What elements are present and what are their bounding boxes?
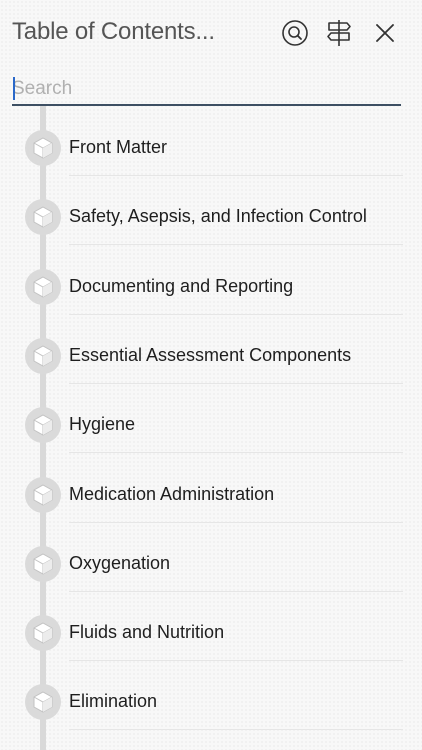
text-caret (13, 77, 15, 100)
toc-item[interactable]: Front Matter (0, 106, 422, 176)
book-cube-icon (25, 130, 61, 166)
book-cube-icon (25, 337, 61, 374)
toc-item-label: Hygiene (69, 414, 136, 435)
book-cube-icon (25, 615, 61, 652)
close-icon (374, 22, 396, 44)
toc-item-label: Essential Assessment Components (69, 344, 352, 365)
book-cube-icon (25, 407, 61, 444)
signpost-icon (325, 18, 353, 48)
toc-item[interactable]: Documenting and Reporting (0, 245, 422, 315)
toc-item-label: Fluids and Nutrition (69, 622, 225, 643)
toc-item[interactable]: Essential Assessment Components (0, 314, 422, 384)
toc-item-label: Oxygenation (69, 552, 171, 573)
book-cube-icon (25, 476, 61, 513)
toc-item-label: Medication Administration (69, 483, 275, 504)
book-cube-icon (25, 545, 61, 582)
toc-item-label: Documenting and Reporting (69, 275, 294, 296)
book-cube-icon (25, 268, 61, 305)
search-field[interactable] (12, 72, 401, 106)
toc-item[interactable]: Hygiene (0, 383, 422, 454)
toc-item[interactable]: Safety, Asepsis, and Infection Control (0, 175, 422, 246)
toc-item[interactable]: Elimination (0, 660, 422, 731)
toc-item-label: Safety, Asepsis, and Infection Control (69, 206, 367, 227)
search-button[interactable] (279, 17, 311, 49)
divider (69, 729, 403, 731)
toc-item-label: Front Matter (69, 137, 168, 157)
header-bar: Table of Contents... (0, 0, 422, 68)
close-button[interactable] (369, 17, 401, 49)
toc-item[interactable]: Oxygenation (0, 522, 422, 592)
search-input[interactable] (12, 76, 392, 102)
book-cube-icon (25, 684, 61, 721)
toc-item[interactable]: Medication Administration (0, 453, 422, 523)
search-icon (281, 19, 309, 47)
toc-item-label: Elimination (69, 691, 158, 712)
page-title: Table of Contents... (12, 18, 215, 45)
navigation-button[interactable] (323, 17, 355, 49)
toc-list: Front Matter Safety, Asepsis, and Infecti… (0, 106, 422, 750)
book-cube-icon (25, 199, 61, 236)
toc-item[interactable]: Fluids and Nutrition (0, 591, 422, 662)
